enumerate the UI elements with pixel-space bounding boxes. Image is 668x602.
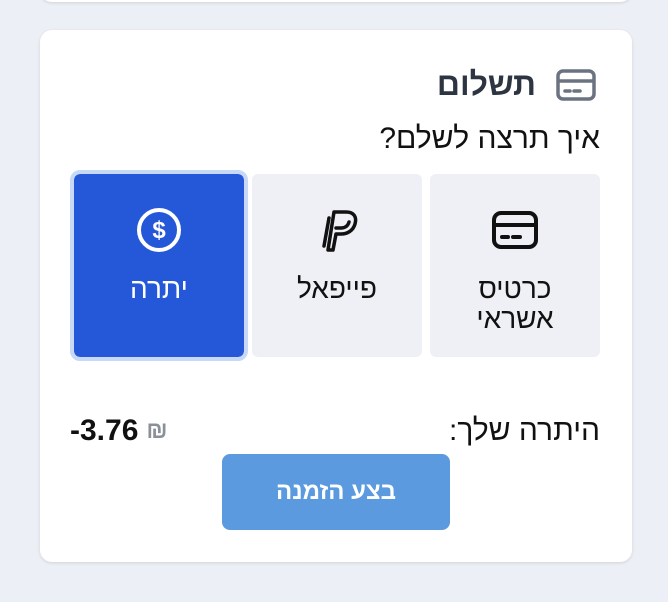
option-credit-card[interactable]: כרטיס אשראי xyxy=(430,174,600,357)
option-balance[interactable]: $ יתרה xyxy=(70,170,248,361)
previous-card xyxy=(40,0,632,2)
option-paypal[interactable]: פייפאל xyxy=(252,174,422,357)
option-label: כרטיס אשראי xyxy=(476,273,554,334)
option-label: פייפאל xyxy=(297,273,377,304)
currency-symbol: ₪ xyxy=(146,417,168,444)
option-label: יתרה xyxy=(130,273,188,304)
balance-amount: -3.76 xyxy=(70,414,139,447)
payment-card: תשלום איך תרצה לשלם? כרטיס אשראי פייפאל … xyxy=(40,30,632,562)
payment-header: תשלום xyxy=(437,66,596,103)
payment-title: תשלום xyxy=(436,66,536,102)
balance-value: ₪ -3.76 xyxy=(70,414,168,448)
credit-card-icon xyxy=(556,68,596,102)
payment-options: כרטיס אשראי פייפאל $ יתרה xyxy=(70,170,600,361)
place-order-button[interactable]: בצע הזמנה xyxy=(222,454,450,530)
payment-question: איך תרצה לשלם? xyxy=(379,122,600,155)
balance-label: היתרה שלך: xyxy=(449,414,600,447)
dollar-circle-icon: $ xyxy=(135,206,183,254)
credit-card-icon xyxy=(491,206,539,254)
paypal-icon xyxy=(313,206,361,254)
balance-row: היתרה שלך: ₪ -3.76 xyxy=(70,414,600,448)
svg-text:$: $ xyxy=(152,217,166,244)
